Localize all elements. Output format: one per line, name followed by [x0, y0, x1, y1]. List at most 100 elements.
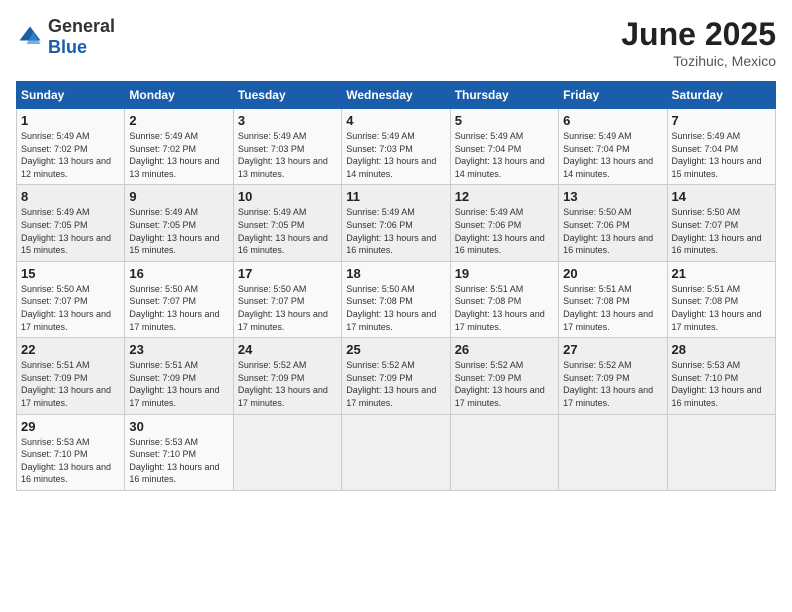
day-info: Sunrise: 5:49 AM Sunset: 7:03 PM Dayligh… [346, 130, 445, 180]
calendar-row: 8 Sunrise: 5:49 AM Sunset: 7:05 PM Dayli… [17, 185, 776, 261]
day-number: 9 [129, 189, 228, 204]
table-row: 11 Sunrise: 5:49 AM Sunset: 7:06 PM Dayl… [342, 185, 450, 261]
table-row: 18 Sunrise: 5:50 AM Sunset: 7:08 PM Dayl… [342, 261, 450, 337]
day-number: 6 [563, 113, 662, 128]
calendar-header-row: Sunday Monday Tuesday Wednesday Thursday… [17, 82, 776, 109]
day-number: 23 [129, 342, 228, 357]
day-number: 3 [238, 113, 337, 128]
day-number: 1 [21, 113, 120, 128]
day-number: 30 [129, 419, 228, 434]
day-info: Sunrise: 5:53 AM Sunset: 7:10 PM Dayligh… [672, 359, 771, 409]
day-number: 21 [672, 266, 771, 281]
table-row: 28 Sunrise: 5:53 AM Sunset: 7:10 PM Dayl… [667, 338, 775, 414]
day-info: Sunrise: 5:52 AM Sunset: 7:09 PM Dayligh… [346, 359, 445, 409]
day-number: 10 [238, 189, 337, 204]
day-info: Sunrise: 5:53 AM Sunset: 7:10 PM Dayligh… [129, 436, 228, 486]
header-thursday: Thursday [450, 82, 558, 109]
header-friday: Friday [559, 82, 667, 109]
table-row: 23 Sunrise: 5:51 AM Sunset: 7:09 PM Dayl… [125, 338, 233, 414]
day-info: Sunrise: 5:51 AM Sunset: 7:08 PM Dayligh… [455, 283, 554, 333]
day-number: 16 [129, 266, 228, 281]
header-tuesday: Tuesday [233, 82, 341, 109]
table-row: 7 Sunrise: 5:49 AM Sunset: 7:04 PM Dayli… [667, 109, 775, 185]
day-info: Sunrise: 5:49 AM Sunset: 7:02 PM Dayligh… [21, 130, 120, 180]
table-row: 9 Sunrise: 5:49 AM Sunset: 7:05 PM Dayli… [125, 185, 233, 261]
day-number: 5 [455, 113, 554, 128]
title-block: June 2025 Tozihuic, Mexico [621, 16, 776, 69]
day-info: Sunrise: 5:49 AM Sunset: 7:04 PM Dayligh… [563, 130, 662, 180]
day-info: Sunrise: 5:49 AM Sunset: 7:06 PM Dayligh… [346, 206, 445, 256]
day-number: 7 [672, 113, 771, 128]
day-number: 27 [563, 342, 662, 357]
table-row: 5 Sunrise: 5:49 AM Sunset: 7:04 PM Dayli… [450, 109, 558, 185]
calendar-row: 1 Sunrise: 5:49 AM Sunset: 7:02 PM Dayli… [17, 109, 776, 185]
day-number: 2 [129, 113, 228, 128]
table-row: 25 Sunrise: 5:52 AM Sunset: 7:09 PM Dayl… [342, 338, 450, 414]
page-header: General Blue June 2025 Tozihuic, Mexico [16, 16, 776, 69]
table-row: 15 Sunrise: 5:50 AM Sunset: 7:07 PM Dayl… [17, 261, 125, 337]
day-info: Sunrise: 5:51 AM Sunset: 7:08 PM Dayligh… [563, 283, 662, 333]
day-number: 28 [672, 342, 771, 357]
day-number: 13 [563, 189, 662, 204]
empty-cell [342, 414, 450, 490]
table-row: 2 Sunrise: 5:49 AM Sunset: 7:02 PM Dayli… [125, 109, 233, 185]
table-row: 12 Sunrise: 5:49 AM Sunset: 7:06 PM Dayl… [450, 185, 558, 261]
day-info: Sunrise: 5:49 AM Sunset: 7:04 PM Dayligh… [672, 130, 771, 180]
table-row: 22 Sunrise: 5:51 AM Sunset: 7:09 PM Dayl… [17, 338, 125, 414]
logo-text-blue: Blue [48, 37, 87, 57]
day-number: 20 [563, 266, 662, 281]
day-number: 17 [238, 266, 337, 281]
table-row: 30 Sunrise: 5:53 AM Sunset: 7:10 PM Dayl… [125, 414, 233, 490]
day-info: Sunrise: 5:50 AM Sunset: 7:07 PM Dayligh… [129, 283, 228, 333]
table-row: 27 Sunrise: 5:52 AM Sunset: 7:09 PM Dayl… [559, 338, 667, 414]
day-info: Sunrise: 5:51 AM Sunset: 7:08 PM Dayligh… [672, 283, 771, 333]
day-number: 26 [455, 342, 554, 357]
table-row: 20 Sunrise: 5:51 AM Sunset: 7:08 PM Dayl… [559, 261, 667, 337]
logo: General Blue [16, 16, 115, 58]
table-row: 19 Sunrise: 5:51 AM Sunset: 7:08 PM Dayl… [450, 261, 558, 337]
logo-text-general: General [48, 16, 115, 36]
header-monday: Monday [125, 82, 233, 109]
day-info: Sunrise: 5:52 AM Sunset: 7:09 PM Dayligh… [238, 359, 337, 409]
day-info: Sunrise: 5:49 AM Sunset: 7:05 PM Dayligh… [129, 206, 228, 256]
table-row: 16 Sunrise: 5:50 AM Sunset: 7:07 PM Dayl… [125, 261, 233, 337]
day-info: Sunrise: 5:53 AM Sunset: 7:10 PM Dayligh… [21, 436, 120, 486]
table-row: 24 Sunrise: 5:52 AM Sunset: 7:09 PM Dayl… [233, 338, 341, 414]
calendar-row: 15 Sunrise: 5:50 AM Sunset: 7:07 PM Dayl… [17, 261, 776, 337]
calendar-table: Sunday Monday Tuesday Wednesday Thursday… [16, 81, 776, 491]
day-info: Sunrise: 5:52 AM Sunset: 7:09 PM Dayligh… [455, 359, 554, 409]
table-row: 13 Sunrise: 5:50 AM Sunset: 7:06 PM Dayl… [559, 185, 667, 261]
day-info: Sunrise: 5:49 AM Sunset: 7:06 PM Dayligh… [455, 206, 554, 256]
day-number: 19 [455, 266, 554, 281]
day-number: 29 [21, 419, 120, 434]
header-saturday: Saturday [667, 82, 775, 109]
day-number: 18 [346, 266, 445, 281]
header-wednesday: Wednesday [342, 82, 450, 109]
table-row: 10 Sunrise: 5:49 AM Sunset: 7:05 PM Dayl… [233, 185, 341, 261]
day-number: 24 [238, 342, 337, 357]
table-row: 14 Sunrise: 5:50 AM Sunset: 7:07 PM Dayl… [667, 185, 775, 261]
logo-icon [16, 23, 44, 51]
day-info: Sunrise: 5:49 AM Sunset: 7:05 PM Dayligh… [21, 206, 120, 256]
day-info: Sunrise: 5:50 AM Sunset: 7:08 PM Dayligh… [346, 283, 445, 333]
table-row: 21 Sunrise: 5:51 AM Sunset: 7:08 PM Dayl… [667, 261, 775, 337]
day-info: Sunrise: 5:50 AM Sunset: 7:07 PM Dayligh… [21, 283, 120, 333]
day-number: 25 [346, 342, 445, 357]
calendar-title: June 2025 [621, 16, 776, 53]
day-number: 15 [21, 266, 120, 281]
table-row: 4 Sunrise: 5:49 AM Sunset: 7:03 PM Dayli… [342, 109, 450, 185]
calendar-subtitle: Tozihuic, Mexico [621, 53, 776, 69]
day-info: Sunrise: 5:49 AM Sunset: 7:05 PM Dayligh… [238, 206, 337, 256]
day-info: Sunrise: 5:49 AM Sunset: 7:04 PM Dayligh… [455, 130, 554, 180]
day-number: 14 [672, 189, 771, 204]
table-row: 6 Sunrise: 5:49 AM Sunset: 7:04 PM Dayli… [559, 109, 667, 185]
table-row: 8 Sunrise: 5:49 AM Sunset: 7:05 PM Dayli… [17, 185, 125, 261]
day-info: Sunrise: 5:50 AM Sunset: 7:07 PM Dayligh… [672, 206, 771, 256]
table-row: 17 Sunrise: 5:50 AM Sunset: 7:07 PM Dayl… [233, 261, 341, 337]
calendar-row: 29 Sunrise: 5:53 AM Sunset: 7:10 PM Dayl… [17, 414, 776, 490]
day-info: Sunrise: 5:49 AM Sunset: 7:02 PM Dayligh… [129, 130, 228, 180]
table-row: 3 Sunrise: 5:49 AM Sunset: 7:03 PM Dayli… [233, 109, 341, 185]
header-sunday: Sunday [17, 82, 125, 109]
empty-cell [233, 414, 341, 490]
calendar-row: 22 Sunrise: 5:51 AM Sunset: 7:09 PM Dayl… [17, 338, 776, 414]
